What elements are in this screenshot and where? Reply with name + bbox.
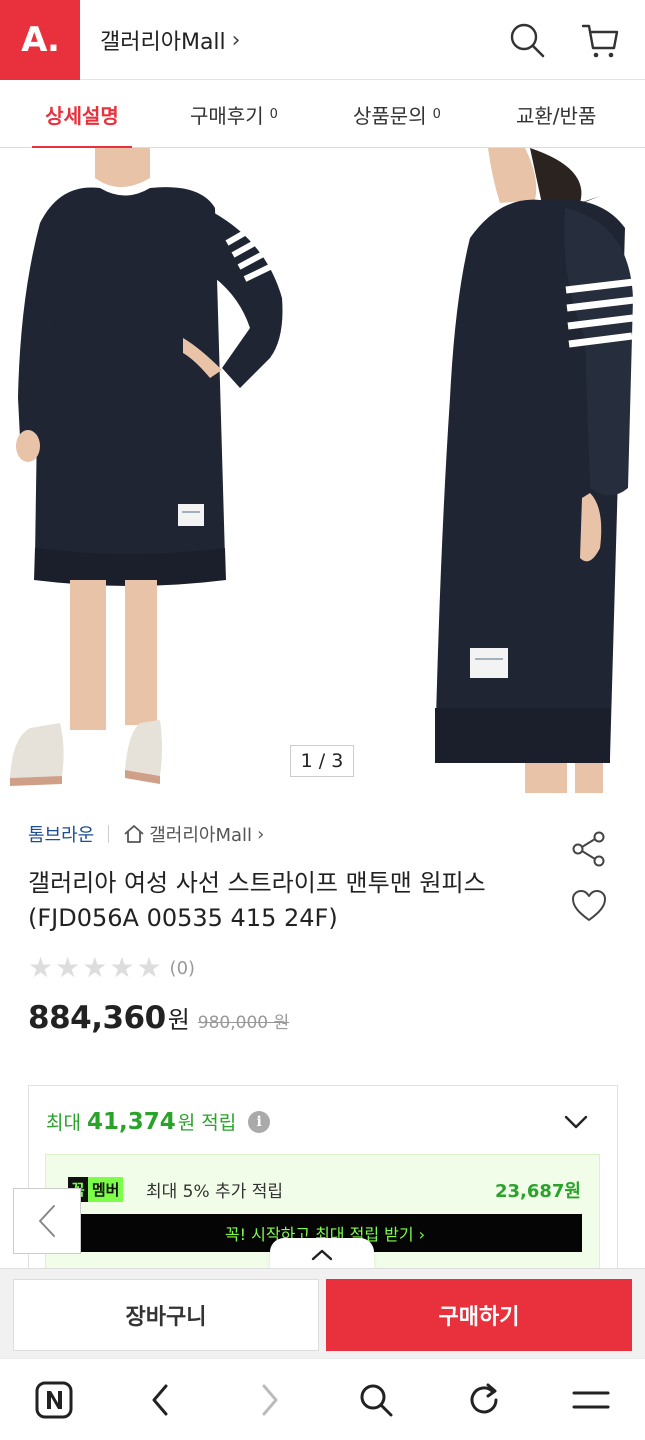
review-count: (0) <box>169 957 196 979</box>
tab-label: 상품문의 <box>353 103 427 128</box>
tab-description[interactable]: 상세설명 <box>32 80 132 149</box>
product-tabs: 상세설명 구매후기 0 상품문의 0 교환/반품 <box>0 80 645 149</box>
floating-back-button[interactable] <box>13 1188 81 1254</box>
sale-price: 884,360 <box>28 1000 166 1036</box>
model-front-image <box>10 148 283 786</box>
original-price: 980,000 원 <box>197 1013 290 1033</box>
search-icon[interactable] <box>507 20 547 60</box>
back-icon[interactable] <box>140 1379 182 1421</box>
chevron-right-icon: › <box>231 27 241 53</box>
member-badge-green: 멤버 <box>87 1176 124 1202</box>
chevron-up-icon <box>311 1249 333 1261</box>
model-side-image <box>435 148 635 793</box>
chevron-right-icon: › <box>257 823 265 845</box>
brand-row: 톰브라운 갤러리아Mall › <box>28 821 264 847</box>
heart-icon[interactable] <box>570 888 608 924</box>
chevron-left-icon <box>39 1205 55 1237</box>
purchase-bar: 장바구니 구매하기 <box>0 1268 645 1358</box>
divider <box>108 825 110 843</box>
price-row: 884,360 원 980,000 원 <box>28 1000 289 1036</box>
expand-handle[interactable] <box>270 1238 374 1272</box>
buy-now-button[interactable]: 구매하기 <box>326 1279 632 1351</box>
star-icon: ★ <box>109 951 135 984</box>
price-unit: 원 <box>167 1006 190 1034</box>
menu-icon[interactable] <box>570 1379 612 1421</box>
points-prefix: 최대 <box>46 1112 81 1134</box>
tab-exchange-return[interactable]: 교환/반품 <box>516 80 596 148</box>
naver-n-icon[interactable] <box>33 1379 75 1421</box>
tab-qna[interactable]: 상품문의 0 <box>353 80 441 148</box>
chevron-down-icon[interactable] <box>563 1112 589 1132</box>
max-points[interactable]: 최대 41,374 원 적립 i <box>46 1108 271 1135</box>
brand-link[interactable]: 톰브라운 <box>28 821 94 847</box>
forward-icon[interactable] <box>248 1379 290 1421</box>
app-header: A. 갤러리아Mall › <box>0 0 645 80</box>
product-image-gallery[interactable] <box>0 148 645 793</box>
star-icon: ★ <box>82 951 108 984</box>
refresh-icon[interactable] <box>463 1379 505 1421</box>
galleria-logo[interactable]: A. <box>0 0 80 80</box>
tab-reviews[interactable]: 구매후기 0 <box>190 80 278 148</box>
add-to-cart-button[interactable]: 장바구니 <box>13 1279 319 1351</box>
member-text: 최대 5% 추가 적립 <box>146 1182 284 1202</box>
mall-link-text: 갤러리아Mall <box>149 825 253 846</box>
star-icon: ★ <box>55 951 81 984</box>
mall-title-link[interactable]: 갤러리아Mall › <box>100 24 240 56</box>
star-icon: ★ <box>28 951 54 984</box>
cart-icon[interactable] <box>580 20 620 60</box>
image-counter: 1 / 3 <box>290 745 354 777</box>
points-suffix: 원 적립 <box>177 1112 237 1134</box>
tab-label: 구매후기 <box>190 103 264 128</box>
home-icon <box>124 825 144 843</box>
tab-label: 상세설명 <box>45 103 119 128</box>
share-icon[interactable] <box>570 830 608 868</box>
member-value: 23,687원 <box>494 1181 581 1202</box>
mall-title-text: 갤러리아Mall <box>100 30 226 55</box>
mall-link[interactable]: 갤러리아Mall › <box>123 821 264 847</box>
tab-count: 0 <box>432 106 441 122</box>
product-photo <box>10 148 635 793</box>
star-icon: ★ <box>136 951 162 984</box>
tab-label: 교환/반품 <box>516 103 597 128</box>
rating-stars[interactable]: ★ ★ ★ ★ ★ (0) <box>28 954 195 982</box>
browser-navbar <box>0 1358 645 1440</box>
search-icon[interactable] <box>355 1379 397 1421</box>
points-value: 41,374 <box>86 1108 176 1135</box>
tab-count: 0 <box>269 106 278 122</box>
info-icon[interactable]: i <box>248 1110 271 1133</box>
product-name: 갤러리아 여성 사선 스트라이프 맨투맨 원피스(FJD056A 00535 4… <box>28 869 486 932</box>
